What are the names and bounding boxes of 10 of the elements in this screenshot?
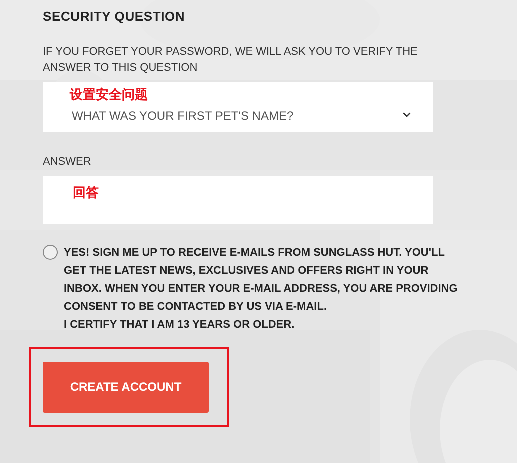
hint-text: IF YOU FORGET YOUR PASSWORD, WE WILL ASK YOU TO VERIFY THE ANSWER TO THIS QUESTION	[43, 45, 419, 76]
section-heading: SECURITY QUESTION	[43, 9, 186, 25]
consent-text: YES! SIGN ME UP TO RECEIVE E-MAILS FROM SUNGLASS HUT. YOU'LL GET THE LATEST NEWS, EXCLUSIVES AND OFFERS RIGHT IN YOUR INBOX. WHEN YOU ENTER YOUR E-MAIL ADDRESS, YOU ARE PROVIDING CONSENT TO BE CONTACTED BY US VIA E-MAIL.	[64, 246, 459, 315]
certify-text: I CERTIFY THAT I AM 13 YEARS OR OLDER.	[64, 318, 296, 333]
question-select[interactable]: 设置安全问题 WHAT WAS YOUR FIRST PET'S NAME?	[43, 82, 433, 132]
field-label: ANSWER	[43, 155, 92, 169]
create-account-button[interactable]: CREATE ACCOUNT	[43, 362, 209, 412]
annotation-text: 回答	[73, 186, 99, 200]
select-value: WHAT WAS YOUR FIRST PET'S NAME?	[72, 109, 294, 123]
annotation-text: 设置安全问题	[70, 88, 148, 102]
